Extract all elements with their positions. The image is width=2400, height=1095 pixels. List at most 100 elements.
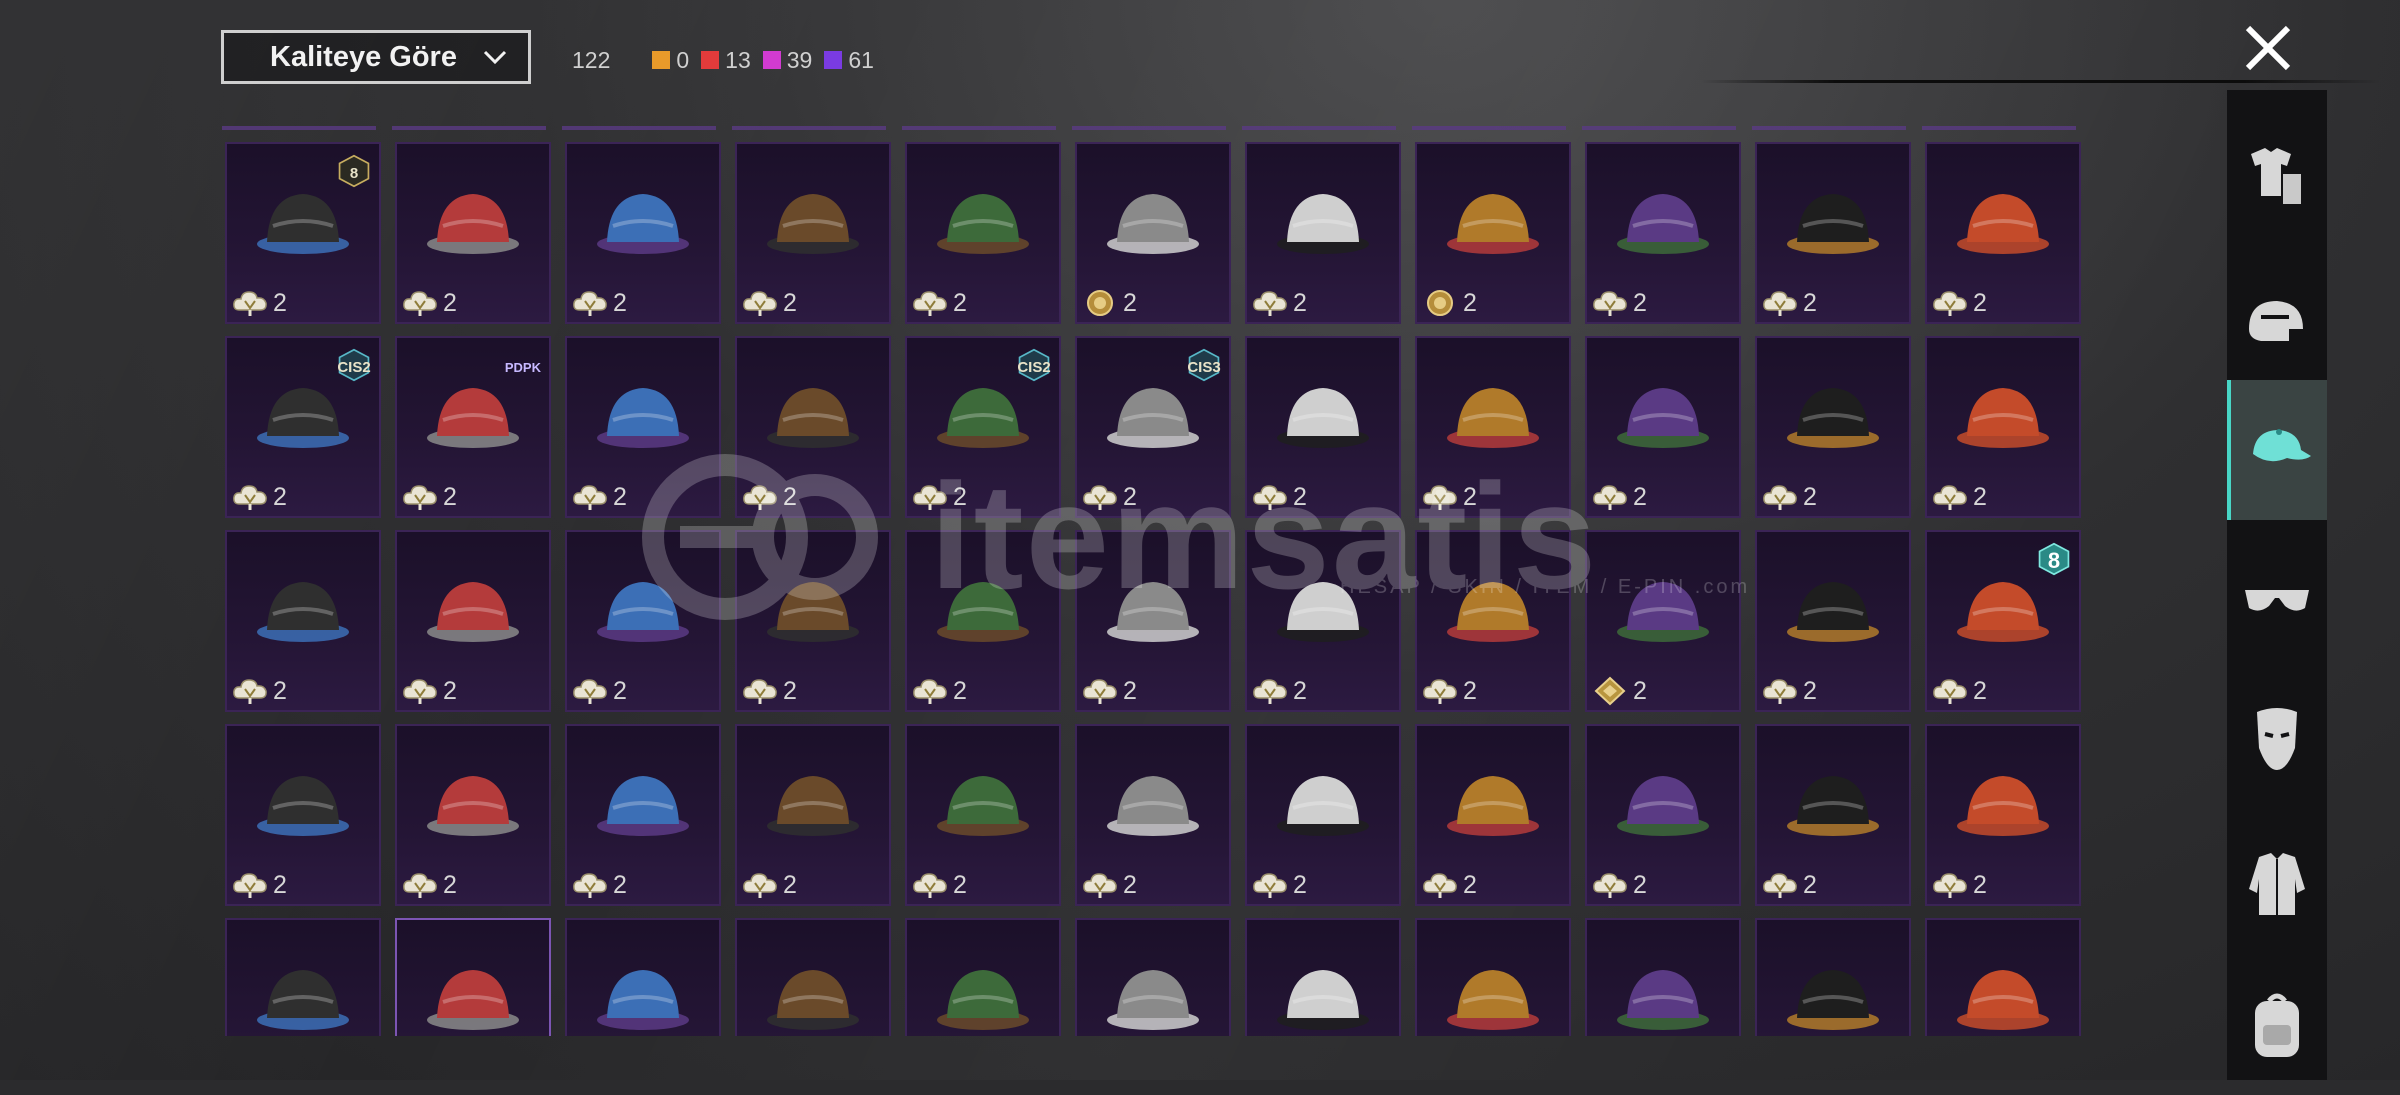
- sidebar-tab-outfit[interactable]: [2227, 110, 2327, 250]
- inventory-item[interactable]: 2: [1415, 336, 1571, 518]
- item-count-value: 2: [1633, 289, 1647, 318]
- inventory-item[interactable]: 2: [1415, 142, 1571, 324]
- inventory-item[interactable]: 2: [1755, 336, 1911, 518]
- cloud-coupon-icon: [401, 482, 439, 512]
- tier-color-swatch: [763, 51, 781, 69]
- item-count: 2: [1761, 482, 1817, 512]
- inventory-item[interactable]: 2: [1245, 142, 1401, 324]
- inventory-item[interactable]: [1755, 918, 1911, 1036]
- inventory-item[interactable]: [1585, 918, 1741, 1036]
- red-beret-icon: [1437, 748, 1549, 860]
- item-count-value: 2: [273, 871, 287, 900]
- inventory-item[interactable]: 2: [1585, 142, 1741, 324]
- inventory-item[interactable]: 2: [1755, 142, 1911, 324]
- sidebar-tab-helmet[interactable]: [2227, 255, 2327, 395]
- inventory-item[interactable]: CIS22: [905, 336, 1061, 518]
- sidebar-tab-backpack[interactable]: [2227, 955, 2327, 1095]
- sidebar-tab-glasses[interactable]: [2227, 530, 2327, 670]
- sort-dropdown[interactable]: Kaliteye Göre: [221, 30, 531, 84]
- inventory-item[interactable]: 2: [735, 724, 891, 906]
- close-icon[interactable]: [2240, 20, 2296, 76]
- inventory-item[interactable]: 2: [1415, 724, 1571, 906]
- inventory-item[interactable]: 2: [565, 142, 721, 324]
- inventory-item[interactable]: [1075, 918, 1231, 1036]
- inventory-item[interactable]: 2: [225, 530, 381, 712]
- item-count: 2: [741, 870, 797, 900]
- item-count-value: 2: [1633, 677, 1647, 706]
- cloud-coupon-icon: [1421, 870, 1459, 900]
- tier-count-legendary: 0: [652, 47, 689, 74]
- burger-hat-icon: [757, 942, 869, 1036]
- item-count: 2: [1081, 870, 1137, 900]
- inventory-item[interactable]: 2: [1755, 724, 1911, 906]
- inventory-item[interactable]: 82: [225, 142, 381, 324]
- item-count-value: 2: [783, 871, 797, 900]
- inventory-item[interactable]: 2: [225, 724, 381, 906]
- item-count: 2: [401, 870, 457, 900]
- inventory-item[interactable]: [1245, 918, 1401, 1036]
- inventory-item[interactable]: CIS22: [225, 336, 381, 518]
- inventory-item[interactable]: 2: [735, 530, 891, 712]
- inventory-item[interactable]: [905, 918, 1061, 1036]
- inventory-item[interactable]: 2: [905, 724, 1061, 906]
- level-badge: 8: [337, 154, 371, 192]
- inventory-item[interactable]: [395, 918, 551, 1036]
- inventory-item[interactable]: 2: [565, 724, 721, 906]
- cloud-coupon-icon: [571, 676, 609, 706]
- item-grid-viewport[interactable]: 822222222222CIS22PDPK222CIS22CIS32222222…: [222, 128, 2084, 1036]
- item-count: 2: [1081, 482, 1137, 512]
- inventory-item[interactable]: [225, 918, 381, 1036]
- item-count-value: 2: [443, 483, 457, 512]
- inventory-item[interactable]: 2: [1245, 336, 1401, 518]
- inventory-item[interactable]: [1415, 918, 1571, 1036]
- inventory-item[interactable]: 2: [565, 336, 721, 518]
- sidebar-tab-jacket[interactable]: [2227, 815, 2327, 955]
- sidebar-tab-cap[interactable]: [2227, 380, 2327, 520]
- jacket-icon: [2241, 849, 2313, 921]
- inventory-item[interactable]: PDPK2: [395, 336, 551, 518]
- inventory-item[interactable]: [565, 918, 721, 1036]
- inventory-item[interactable]: 2: [1245, 724, 1401, 906]
- inventory-item[interactable]: 2: [1925, 724, 2081, 906]
- inventory-item[interactable]: CIS32: [1075, 336, 1231, 518]
- item-count-value: 2: [1293, 871, 1307, 900]
- inventory-item[interactable]: 82: [1925, 530, 2081, 712]
- inventory-item[interactable]: 2: [1925, 336, 2081, 518]
- cloud-coupon-icon: [911, 870, 949, 900]
- inventory-item[interactable]: 2: [1415, 530, 1571, 712]
- inventory-item[interactable]: 2: [735, 336, 891, 518]
- inventory-item[interactable]: 2: [1925, 142, 2081, 324]
- inventory-item[interactable]: 2: [1585, 530, 1741, 712]
- cloud-coupon-icon: [1761, 870, 1799, 900]
- item-count: 2: [741, 288, 797, 318]
- item-count: 2: [1421, 288, 1477, 318]
- plaid-helmet-icon: [1947, 942, 2059, 1036]
- item-count: 2: [1931, 288, 1987, 318]
- inventory-item[interactable]: 2: [395, 530, 551, 712]
- inventory-item[interactable]: 2: [905, 530, 1061, 712]
- red-fedora-icon: [1777, 748, 1889, 860]
- red-fez-icon: [1947, 166, 2059, 278]
- cloud-coupon-icon: [1761, 288, 1799, 318]
- inventory-item[interactable]: 2: [1585, 336, 1741, 518]
- cloud-coupon-icon: [1081, 482, 1119, 512]
- inventory-item[interactable]: 2: [1075, 142, 1231, 324]
- inventory-item[interactable]: 2: [735, 142, 891, 324]
- inventory-item[interactable]: 2: [395, 724, 551, 906]
- item-count-value: 2: [1463, 871, 1477, 900]
- inventory-item[interactable]: 2: [905, 142, 1061, 324]
- inventory-item[interactable]: [735, 918, 891, 1036]
- navy-garrison-cap-icon: [1437, 942, 1549, 1036]
- inventory-item[interactable]: 2: [1075, 530, 1231, 712]
- sidebar-tab-mask[interactable]: [2227, 670, 2327, 810]
- inventory-item[interactable]: 2: [565, 530, 721, 712]
- item-count: 2: [1591, 288, 1647, 318]
- inventory-item[interactable]: 2: [1245, 530, 1401, 712]
- item-count: 2: [231, 870, 287, 900]
- inventory-item[interactable]: [1925, 918, 2081, 1036]
- inventory-item[interactable]: 2: [1075, 724, 1231, 906]
- inventory-item[interactable]: 2: [1585, 724, 1741, 906]
- inventory-item[interactable]: 2: [395, 142, 551, 324]
- blue-baseball-cap-icon: [417, 166, 529, 278]
- inventory-item[interactable]: 2: [1755, 530, 1911, 712]
